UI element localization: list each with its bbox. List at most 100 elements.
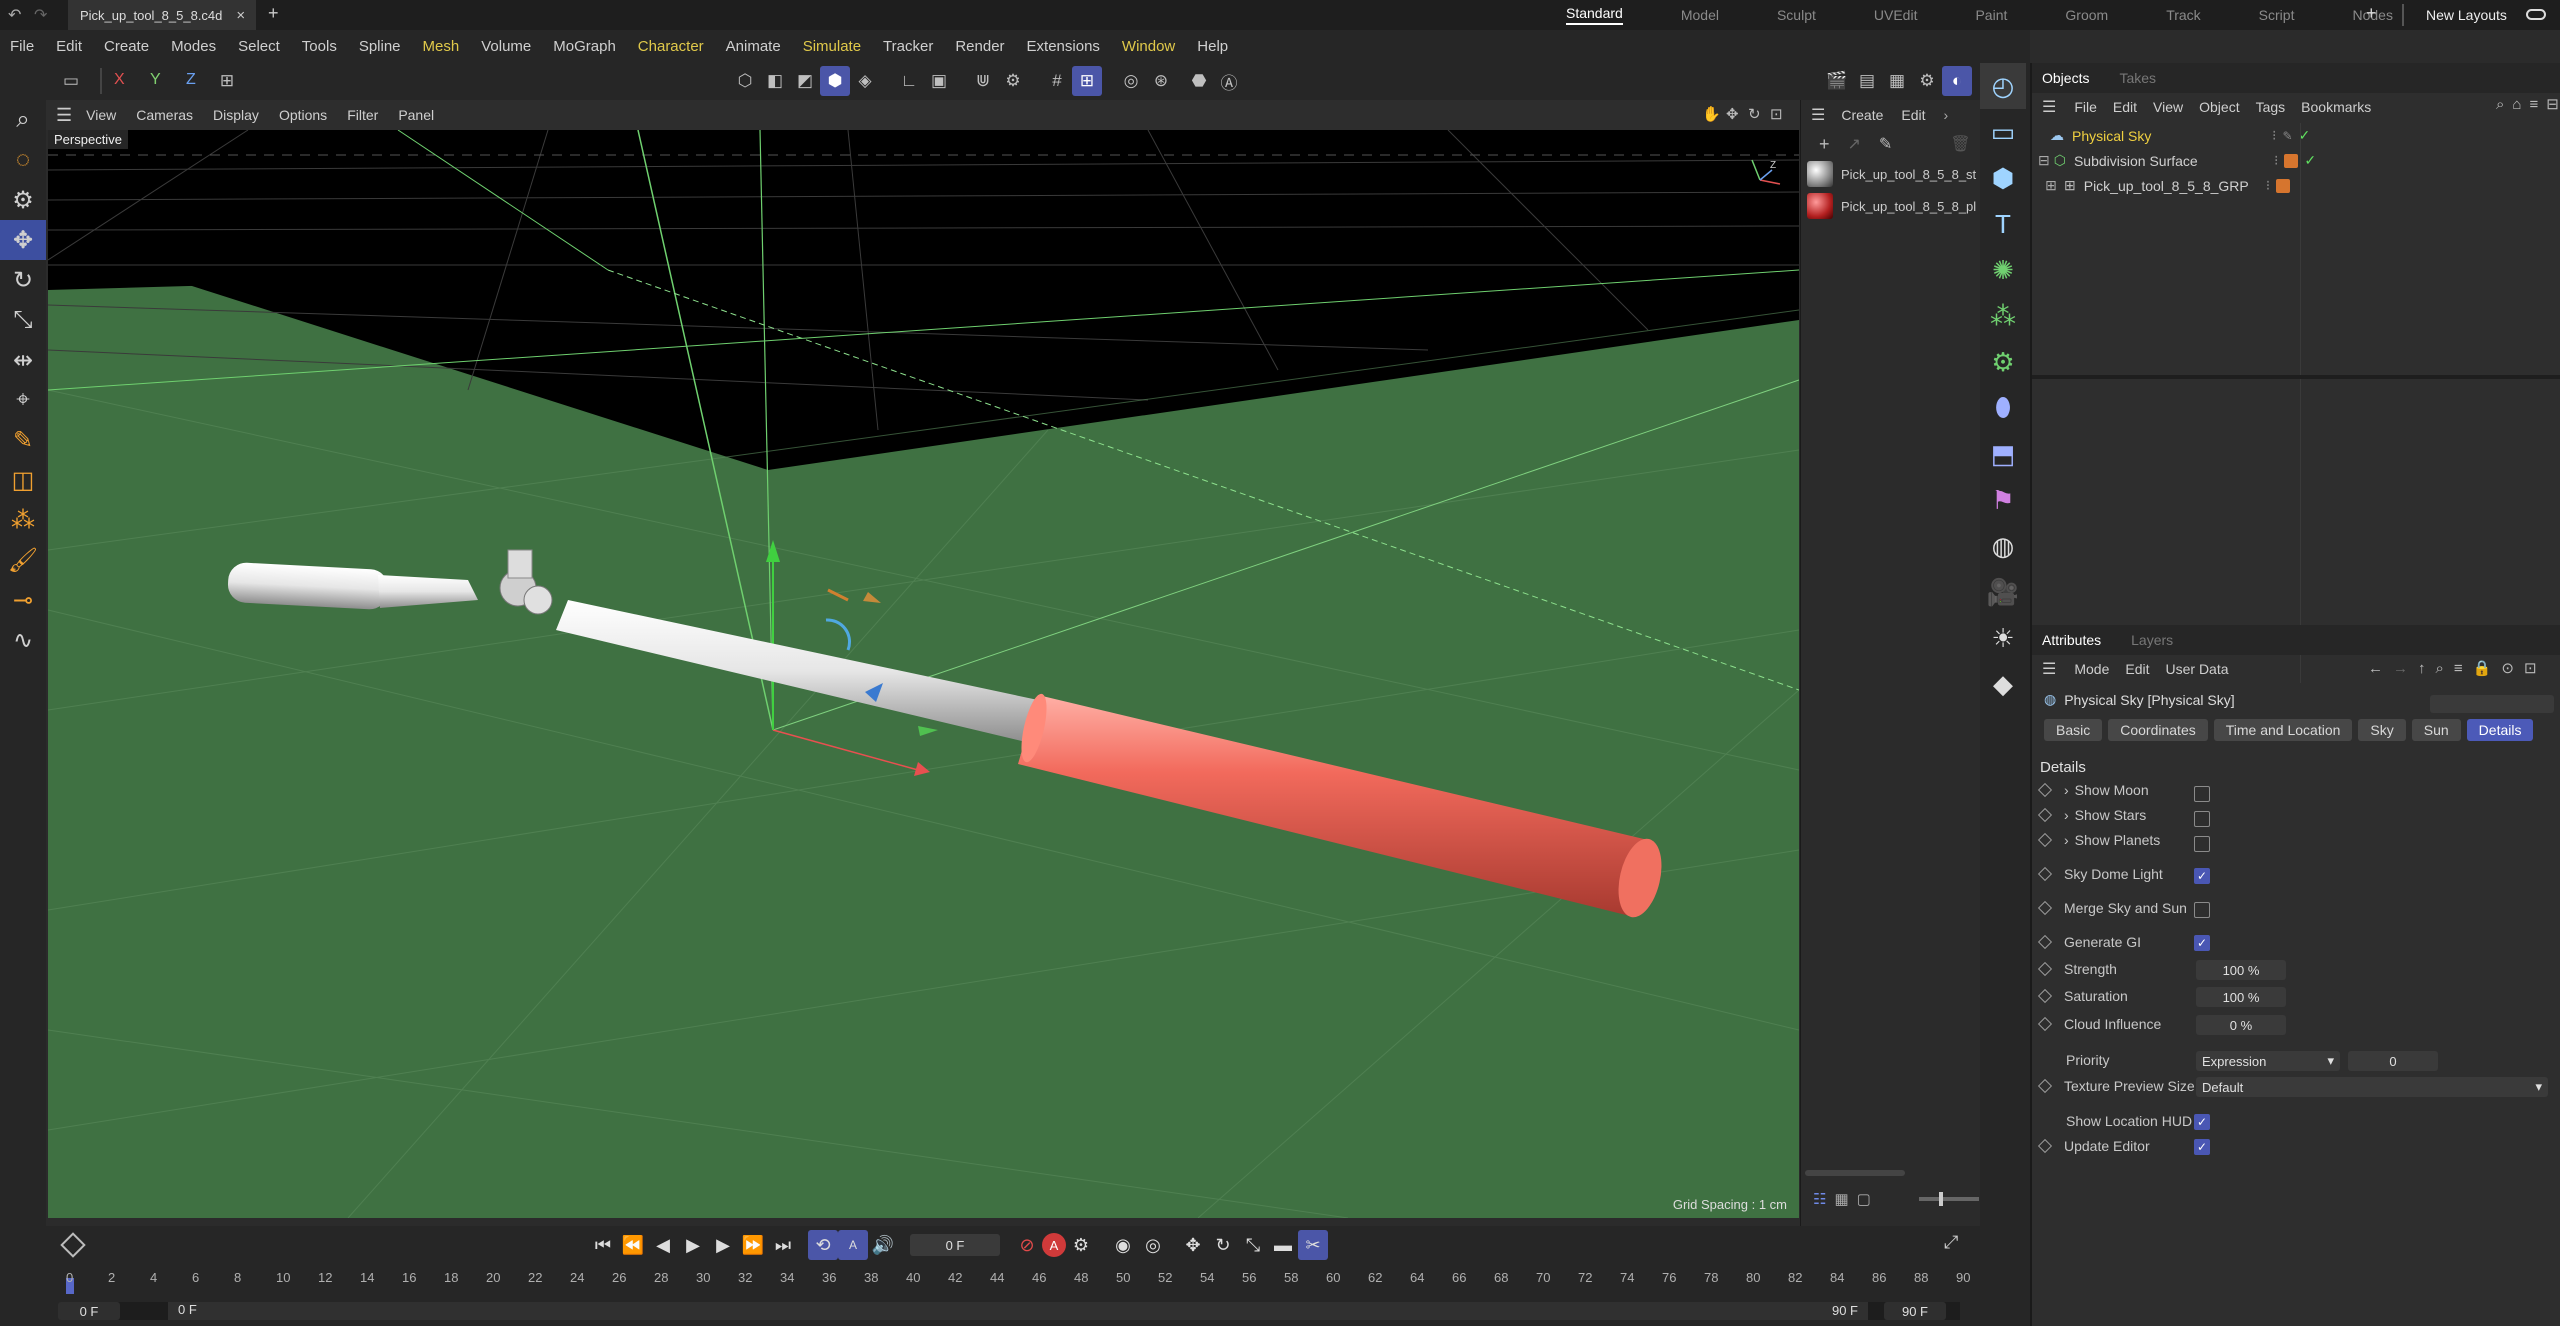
home-icon[interactable]: ⌂ [2512,96,2521,113]
layout-tab-paint[interactable]: Paint [1975,7,2007,23]
character-icon[interactable]: ⚑ [1980,477,2026,523]
keyframe-mode-icon[interactable] [60,1232,86,1258]
next-frame-icon[interactable]: ▶ [708,1230,738,1260]
key-move-icon[interactable]: ✥ [1178,1230,1208,1260]
menu-mesh[interactable]: Mesh [423,38,460,55]
toggle-icon[interactable] [2526,9,2546,20]
menu-render[interactable]: Render [955,38,1004,55]
list-view-icon[interactable]: ☷ [1813,1190,1826,1208]
preview-range[interactable]: 0 F 90 F [168,1302,1868,1320]
autokey-settings-icon[interactable]: A [838,1230,868,1260]
update-editor-checkbox[interactable]: ✓ [2194,1139,2210,1155]
menu-modes[interactable]: Modes [171,38,216,55]
strength-field[interactable]: 100 % [2196,960,2286,980]
object-row[interactable]: ⊞ ⊞ Pick_up_tool_8_5_8_GRP ⁝ [2038,173,2558,198]
expand-icon[interactable]: › [2064,832,2069,848]
keyframe-icon[interactable] [2037,866,2053,882]
rotate-tool-icon[interactable]: ↻ [0,260,46,300]
trash-icon[interactable]: 🗑 [1950,134,1970,154]
go-to-start-icon[interactable]: ⏮ [588,1230,618,1260]
light-icon[interactable]: ☀ [1980,615,2026,661]
menu-simulate[interactable]: Simulate [803,38,861,55]
viewport-menu-cameras[interactable]: Cameras [136,107,193,123]
cloud-influence-field[interactable]: 0 % [2196,1015,2286,1035]
menu-spline[interactable]: Spline [359,38,401,55]
priority-number-field[interactable]: 0 [2348,1051,2438,1071]
layout-tab-groom[interactable]: Groom [2065,7,2108,23]
menu-character[interactable]: Character [638,38,704,55]
objects-menu-view[interactable]: View [2153,99,2183,115]
orbit-icon[interactable]: ↻ [1748,105,1761,123]
render-picture-viewer-icon[interactable]: ▤ [1852,66,1882,96]
menu-edit[interactable]: Edit [56,38,82,55]
key-rotation-icon[interactable]: ◎ [1138,1230,1168,1260]
arrow-icon[interactable]: ↗ [1848,134,1861,154]
multi-transform-icon[interactable]: ⌖ [0,380,46,420]
render-queue-icon[interactable]: ▦ [1882,66,1912,96]
keyframe-icon[interactable] [2037,782,2053,798]
add-layout-button[interactable]: + [2366,3,2377,24]
pan-icon[interactable]: ✋ [1702,105,1721,123]
attributes-menu-user-data[interactable]: User Data [2166,661,2229,677]
y-axis-toggle[interactable]: Y [150,71,161,89]
objects-menu-bookmarks[interactable]: Bookmarks [2301,99,2371,115]
axis-mode-icon[interactable]: ∟ [894,66,924,96]
cube-icon[interactable]: ⬢ [1980,155,2026,201]
viewport-menu-panel[interactable]: Panel [398,107,434,123]
subtab-sun[interactable]: Sun [2411,719,2461,741]
keyframe-icon[interactable] [2037,961,2053,977]
knife-icon[interactable]: ⊸ [0,580,46,620]
objects-menu-edit[interactable]: Edit [2113,99,2137,115]
layout-tab-uvedit[interactable]: UVEdit [1874,7,1918,23]
document-tab[interactable]: Pick_up_tool_8_5_8.c4d × [68,0,256,30]
generate-gi-checkbox[interactable]: ✓ [2194,935,2210,951]
filter-icon[interactable]: ≡ [2454,660,2463,677]
layout-tab-track[interactable]: Track [2166,7,2200,23]
keyframe-settings-icon[interactable]: ⚙ [1066,1230,1096,1260]
layout-tab-model[interactable]: Model [1681,7,1719,23]
layout-tab-script[interactable]: Script [2259,7,2295,23]
hexagon-icon[interactable]: ⬣ [1184,66,1214,96]
objects-tab-objects[interactable]: Objects [2042,70,2089,86]
keyframe-icon[interactable] [2037,900,2053,916]
maximize-view-icon[interactable]: ⊡ [1770,105,1783,123]
back-icon[interactable]: ← [2368,660,2383,677]
search-icon[interactable]: ⌕ [2496,96,2504,113]
scrollbar[interactable] [1805,1170,1905,1176]
objects-tab-takes[interactable]: Takes [2119,70,2156,86]
brush-icon[interactable]: 🖌 [0,540,46,580]
snap-settings-icon[interactable]: ⚙ [998,66,1028,96]
eyedropper-icon[interactable]: ✎ [1879,134,1892,154]
collapse-icon[interactable]: ⊟ [2038,152,2050,169]
subdivision-icon[interactable]: ✺ [1980,247,2026,293]
attributes-menu-mode[interactable]: Mode [2074,661,2109,677]
sky-dome-light-checkbox[interactable]: ✓ [2194,868,2210,884]
visibility-dots[interactable]: ⁝ [2266,177,2270,194]
priority-dropdown[interactable]: Expression ▾ [2196,1051,2340,1071]
settings-icon[interactable]: ⊙ [2501,659,2514,677]
hamburger-menu-icon[interactable]: ☰ [1811,105,1825,125]
keyframe-icon[interactable] [2037,988,2053,1004]
lock-icon[interactable]: 🔒 [2473,659,2492,677]
attributes-menu-edit[interactable]: Edit [2125,661,2149,677]
hamburger-menu-icon[interactable]: ☰ [56,105,72,126]
play-icon[interactable]: ▶ [678,1230,708,1260]
show-planets-checkbox[interactable] [2194,836,2210,852]
undo-icon[interactable]: ↶ [8,5,21,25]
snap-icon[interactable]: ⋓ [968,66,998,96]
selection-settings-icon[interactable]: ⚙ [0,180,46,220]
transform-tool-icon[interactable]: ⇹ [0,340,46,380]
x-axis-toggle[interactable]: X [114,71,125,89]
sound-icon[interactable]: 🔊 [868,1230,898,1260]
up-icon[interactable]: ↑ [2418,660,2426,677]
show-hud-checkbox[interactable]: ✓ [2194,1114,2210,1130]
filter-icon[interactable]: ≡ [2529,96,2538,113]
symmetry-icon[interactable]: ◎ [1116,66,1146,96]
menu-extensions[interactable]: Extensions [1027,38,1100,55]
spline-tool-icon[interactable]: ∿ [0,620,46,660]
key-position-icon[interactable]: ◉ [1108,1230,1138,1260]
deformer-icon[interactable]: ⚙ [1980,339,2026,385]
enabled-check-icon[interactable]: ✓ [2304,152,2316,169]
objects-menu-file[interactable]: File [2074,99,2097,115]
attributes-tab-attributes[interactable]: Attributes [2042,632,2101,648]
